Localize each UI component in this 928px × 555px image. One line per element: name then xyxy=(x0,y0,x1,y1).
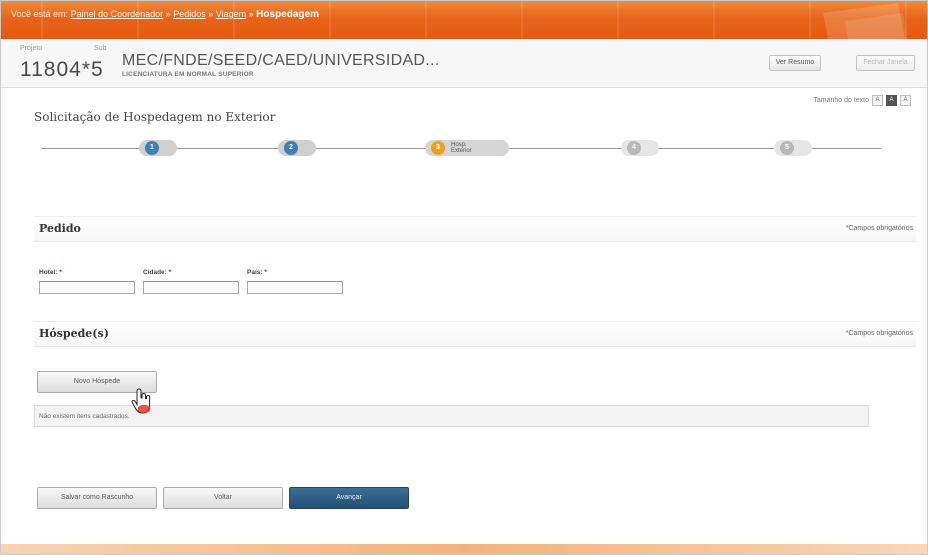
hospedes-section-header: Hóspede(s) *Campos obrigatórios xyxy=(34,321,916,347)
cidade-field: Cidade: * xyxy=(143,269,239,294)
project-header: Projeto Sub 11804*5 MEC/FNDE/SEED/CAED/U… xyxy=(1,39,927,88)
text-size-medium-button[interactable]: A xyxy=(886,95,897,106)
breadcrumb-separator: » xyxy=(165,9,171,19)
project-title: MEC/FNDE/SEED/CAED/UNIVERSIDAD... xyxy=(122,52,440,69)
save-draft-button[interactable]: Salvar como Rascunho xyxy=(37,487,157,509)
top-bar-pattern xyxy=(1,1,927,39)
empty-list-message: Não existem itens cadastrados. xyxy=(34,405,869,427)
pedido-required-note: *Campos obrigatórios xyxy=(845,225,913,232)
progress-stepper: 1 2 3 Hosp. Exterior 4 5 xyxy=(41,138,881,158)
step-1-indicator: 1 xyxy=(145,141,159,155)
hotel-label: Hotel: * xyxy=(39,269,62,276)
decorative-paper-icon xyxy=(823,3,908,39)
pedido-section-title: Pedido xyxy=(39,222,81,235)
hand-cursor-icon xyxy=(131,388,151,414)
back-button[interactable]: Voltar xyxy=(163,487,283,509)
bottom-decorative-strip xyxy=(1,544,927,554)
hotel-input[interactable] xyxy=(39,281,135,294)
pais-field: País: * xyxy=(247,269,343,294)
project-number: 11804*5 xyxy=(20,58,104,81)
breadcrumb-separator: » xyxy=(248,9,254,19)
top-bar: Você está em: Painel do Coordenador » Pe… xyxy=(1,1,927,39)
breadcrumb-prefix: Você está em: xyxy=(11,9,69,19)
hospedes-required-note: *Campos obrigatórios xyxy=(845,330,913,337)
step-4: 4 xyxy=(621,140,659,156)
step-3-label: Hosp. Exterior xyxy=(451,142,472,154)
cidade-label: Cidade: * xyxy=(143,269,172,276)
project-sub-label: Sub xyxy=(94,45,107,52)
next-button[interactable]: Avançar xyxy=(289,487,409,509)
pedido-section-header: Pedido *Campos obrigatórios xyxy=(34,216,916,242)
hospedes-section-title: Hóspede(s) xyxy=(39,327,109,340)
breadcrumb-separator: » xyxy=(208,9,214,19)
text-size-large-button[interactable]: A xyxy=(900,95,911,106)
project-subtitle: LICENCIATURA EM NORMAL SUPERIOR xyxy=(122,71,254,78)
step-2: 2 xyxy=(278,140,316,156)
step-3: 3 Hosp. Exterior xyxy=(425,140,509,156)
step-1: 1 xyxy=(139,140,177,156)
breadcrumb-current: Hospedagem xyxy=(256,9,319,20)
project-number-label: Projeto xyxy=(20,45,43,52)
cidade-input[interactable] xyxy=(143,281,239,294)
step-3-indicator: 3 xyxy=(431,141,445,155)
close-window-button[interactable]: Fechar Janela xyxy=(856,55,915,71)
pais-input[interactable] xyxy=(247,281,343,294)
hotel-field: Hotel: * xyxy=(39,269,135,294)
breadcrumb: Você está em: Painel do Coordenador » Pe… xyxy=(11,9,319,20)
step-4-indicator: 4 xyxy=(627,141,641,155)
step-5: 5 xyxy=(774,140,812,156)
page-title: Solicitação de Hospedagem no Exterior xyxy=(34,110,276,124)
text-size-label: Tamanho do texto xyxy=(813,97,869,104)
text-size-small-button[interactable]: A xyxy=(872,95,883,106)
breadcrumb-item-viagem[interactable]: Viagem xyxy=(216,9,246,19)
breadcrumb-item-pedidos[interactable]: Pedidos xyxy=(173,9,206,19)
step-3-label-line2: Exterior xyxy=(451,148,472,154)
step-5-indicator: 5 xyxy=(780,141,794,155)
window-frame: Você está em: Painel do Coordenador » Pe… xyxy=(0,0,928,555)
step-2-indicator: 2 xyxy=(284,141,298,155)
text-size-control: Tamanho do texto A A A xyxy=(813,95,911,106)
view-summary-button[interactable]: Ver Resumo xyxy=(769,55,821,71)
pais-label: País: * xyxy=(247,269,267,276)
breadcrumb-item-painel[interactable]: Painel do Coordenador xyxy=(71,9,164,19)
